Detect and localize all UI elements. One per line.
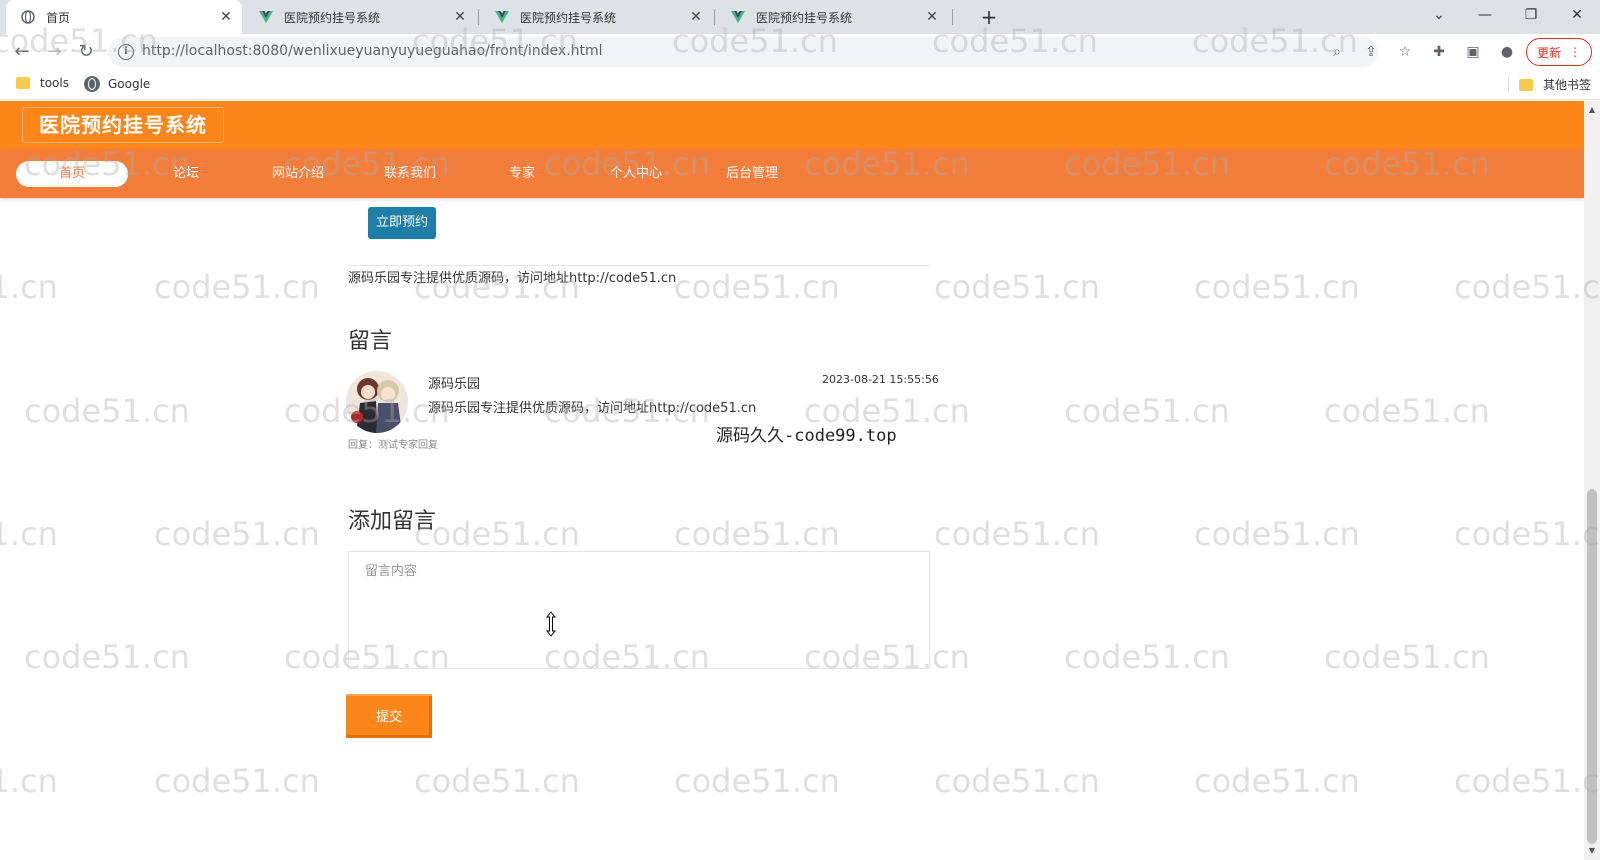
other-bookmarks[interactable]: 其他书签: [1508, 76, 1591, 93]
forward-icon[interactable]: →: [40, 38, 68, 66]
close-tab-icon[interactable]: ✕: [450, 9, 470, 25]
bookmark-label: tools: [40, 76, 69, 90]
folder-icon: [1519, 78, 1533, 91]
tab-hospital-3[interactable]: 医院预约挂号系统 ✕: [716, 0, 948, 34]
tab-divider: [714, 9, 715, 25]
browser-toolbar: ← → ↻ i http://localhost:8080/wenlixueyu…: [0, 34, 1600, 70]
vue-logo-icon: [494, 9, 510, 25]
text-cursor-icon: [545, 611, 557, 637]
globe-icon: [20, 9, 36, 25]
scroll-up-arrow-icon[interactable]: ▲: [1587, 105, 1597, 115]
bookmark-label: Google: [108, 77, 151, 91]
tab-title: 首页: [46, 10, 71, 25]
close-tab-icon[interactable]: ✕: [922, 9, 942, 25]
close-tab-icon[interactable]: ✕: [686, 9, 706, 25]
nav-experts[interactable]: 专家: [466, 161, 578, 187]
bookmarks-bar: tools Google 其他书签: [0, 70, 1600, 100]
address-bar[interactable]: i http://localhost:8080/wenlixueyuanyuyu…: [108, 37, 1378, 67]
close-window-button[interactable]: ✕: [1554, 0, 1600, 30]
tab-hospital-1[interactable]: 医院预约挂号系统 ✕: [244, 0, 476, 34]
url-text: http://localhost:8080/wenlixueyuanyuyueg…: [142, 43, 603, 59]
comment-textarea[interactable]: [348, 551, 930, 669]
nav-contact[interactable]: 联系我们: [354, 161, 466, 187]
nav-home[interactable]: 首页: [16, 161, 128, 187]
site-header: 医院预约挂号系统: [0, 101, 1584, 149]
site-logo[interactable]: 医院预约挂号系统: [22, 107, 224, 143]
scroll-thumb[interactable]: [1587, 489, 1597, 844]
tab-hospital-2[interactable]: 医院预约挂号系统 ✕: [480, 0, 712, 34]
comment-reply: 回复：测试专家回复: [348, 440, 438, 451]
restore-button[interactable]: ❐: [1508, 0, 1554, 30]
site-info-icon[interactable]: i: [118, 44, 134, 60]
browser-tab-bar: 首页 ✕ 医院预约挂号系统 ✕ 医院预约挂号系统 ✕ 医院预约挂号系统 ✕ + …: [0, 0, 1600, 34]
nav-profile[interactable]: 个人中心: [580, 161, 692, 187]
comments-title: 留言: [348, 329, 393, 354]
minimize-button[interactable]: —: [1462, 0, 1508, 30]
close-tab-icon[interactable]: ✕: [216, 9, 236, 25]
vue-logo-icon: [730, 9, 746, 25]
add-comment-title: 添加留言: [348, 509, 437, 534]
tab-title: 医院预约挂号系统: [520, 10, 617, 25]
tab-title: 医院预约挂号系统: [756, 10, 853, 25]
reload-icon[interactable]: ↻: [72, 38, 100, 66]
tab-divider: [478, 9, 479, 25]
new-tab-button[interactable]: +: [976, 4, 1002, 30]
folder-icon: [16, 77, 30, 89]
tab-divider: [952, 9, 953, 25]
back-icon[interactable]: ←: [8, 38, 36, 66]
star-icon[interactable]: ☆: [1394, 41, 1416, 63]
globe-icon: [84, 76, 100, 92]
comment-time: 2023-08-21 15:55:56: [822, 373, 939, 386]
zoom-icon[interactable]: ⌕: [1326, 41, 1348, 63]
comment-text: 源码乐园专注提供优质源码，访问地址http://code51.cn: [428, 401, 757, 416]
update-button[interactable]: 更新 ⋮: [1526, 38, 1592, 66]
scroll-down-arrow-icon[interactable]: ▼: [1587, 846, 1597, 856]
site-nav: 首页 论坛 网站介绍 联系我们 专家 个人中心 后台管理: [0, 149, 1584, 198]
book-now-button[interactable]: 立即预约: [368, 207, 436, 239]
divider: [348, 265, 930, 266]
vue-logo-icon: [258, 9, 274, 25]
extensions-icon[interactable]: ✚: [1428, 41, 1450, 63]
bookmark-google[interactable]: Google: [84, 76, 150, 92]
intro-text: 源码乐园专注提供优质源码，访问地址http://code51.cn: [348, 271, 677, 286]
nav-forum[interactable]: 论坛: [130, 161, 242, 187]
side-panel-icon[interactable]: ▣: [1462, 41, 1484, 63]
other-bookmarks-label: 其他书签: [1543, 78, 1592, 92]
tab-home[interactable]: 首页 ✕: [6, 0, 242, 34]
profile-icon[interactable]: ●: [1496, 41, 1518, 63]
overlay-watermark-text: 源码久久-code99.top: [716, 426, 897, 446]
page-scrollbar[interactable]: ▲ ▼: [1584, 101, 1600, 860]
avatar: [346, 371, 408, 433]
more-icon: ⋮: [1569, 45, 1581, 59]
nav-admin[interactable]: 后台管理: [696, 161, 808, 187]
nav-about[interactable]: 网站介绍: [242, 161, 354, 187]
share-icon[interactable]: ⇪: [1360, 41, 1382, 63]
comment-user: 源码乐园: [428, 377, 481, 392]
bookmark-tools[interactable]: tools: [16, 76, 69, 90]
update-label: 更新: [1536, 45, 1561, 60]
submit-button[interactable]: 提交: [346, 694, 432, 738]
tab-title: 医院预约挂号系统: [284, 10, 381, 25]
tab-search-icon[interactable]: ⌄: [1416, 0, 1462, 30]
page-viewport: 医院预约挂号系统 首页 论坛 网站介绍 联系我们 专家 个人中心 后台管理 立即…: [0, 101, 1584, 860]
